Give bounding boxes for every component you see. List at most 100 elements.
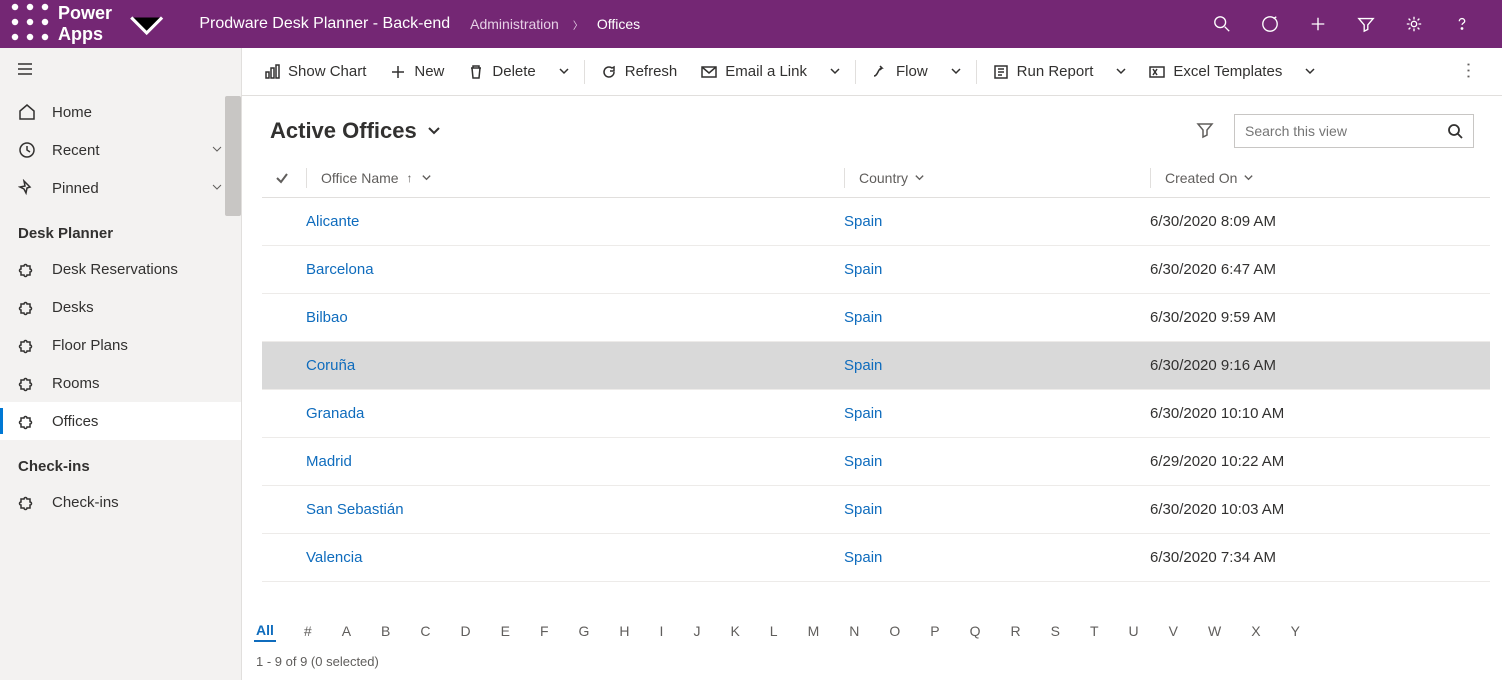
view-selector[interactable]: Active Offices xyxy=(270,118,441,144)
alpha-f[interactable]: F xyxy=(538,621,551,641)
office-link[interactable]: Madrid xyxy=(306,453,352,470)
alpha-r[interactable]: R xyxy=(1009,621,1023,641)
cell-created-on: 6/30/2020 7:34 AM xyxy=(1150,549,1490,566)
gear-icon[interactable] xyxy=(1404,14,1424,34)
alpha-i[interactable]: I xyxy=(658,621,666,641)
country-link[interactable]: Spain xyxy=(844,357,882,374)
overflow-menu[interactable]: ⋯ xyxy=(1452,50,1485,94)
nav-recent[interactable]: Recent xyxy=(0,131,241,169)
sidebar-item-check-ins[interactable]: Check-ins xyxy=(0,483,241,521)
table-row[interactable]: San SebastiánSpain6/30/2020 10:03 AM xyxy=(262,486,1490,534)
column-created-on[interactable]: Created On xyxy=(1150,168,1490,188)
sidebar-item-floor-plans[interactable]: Floor Plans xyxy=(0,326,241,364)
country-link[interactable]: Spain xyxy=(844,405,882,422)
excel-templates-dropdown[interactable] xyxy=(1296,58,1324,86)
run-report-dropdown[interactable] xyxy=(1107,58,1135,86)
app-launcher-icon[interactable] xyxy=(10,2,50,47)
alpha-d[interactable]: D xyxy=(459,621,473,641)
alpha-h[interactable]: H xyxy=(617,621,631,641)
show-chart-button[interactable]: Show Chart xyxy=(254,57,376,86)
alpha-a[interactable]: A xyxy=(340,621,353,641)
alpha-t[interactable]: T xyxy=(1088,621,1101,641)
table-row[interactable]: Valencia Spain 6/30/2020 7:34 AM xyxy=(262,534,1490,582)
sidebar-item-desks[interactable]: Desks xyxy=(0,288,241,326)
alpha-p[interactable]: P xyxy=(928,621,941,641)
alpha-s[interactable]: S xyxy=(1049,621,1062,641)
search-icon[interactable] xyxy=(1212,14,1232,34)
alpha-c[interactable]: C xyxy=(418,621,432,641)
flow-dropdown[interactable] xyxy=(942,58,970,86)
country-link[interactable]: Spain xyxy=(844,213,882,230)
sidebar-item-desk-reservations[interactable]: Desk Reservations xyxy=(0,250,241,288)
column-country[interactable]: Country xyxy=(844,168,1150,188)
chevron-down-icon[interactable] xyxy=(1243,170,1254,186)
alpha-y[interactable]: Y xyxy=(1289,621,1302,641)
task-icon[interactable] xyxy=(1260,14,1280,34)
email-link-button[interactable]: Email a Link xyxy=(691,57,817,86)
alpha-g[interactable]: G xyxy=(577,621,592,641)
funnel-icon[interactable] xyxy=(1196,121,1214,142)
table-row[interactable]: GranadaSpain6/30/2020 10:10 AM xyxy=(262,390,1490,438)
office-link[interactable]: Bilbao xyxy=(306,309,348,326)
table-row[interactable]: BilbaoSpain6/30/2020 9:59 AM xyxy=(262,294,1490,342)
alpha-k[interactable]: K xyxy=(728,621,741,641)
email-link-dropdown[interactable] xyxy=(821,58,849,86)
office-link[interactable]: Coruña xyxy=(306,357,355,374)
sort-ascending-icon: ↑ xyxy=(407,171,413,185)
table-row[interactable]: AlicanteSpain6/30/2020 8:09 AM xyxy=(262,198,1490,246)
office-link[interactable]: Granada xyxy=(306,405,364,422)
table-row[interactable]: CoruñaSpain6/30/2020 9:16 AM xyxy=(262,342,1490,390)
breadcrumb-parent[interactable]: Administration xyxy=(470,16,559,32)
alpha-e[interactable]: E xyxy=(499,621,512,641)
nav-pinned[interactable]: Pinned xyxy=(0,169,241,207)
column-office-name[interactable]: Office Name ↑ xyxy=(302,168,844,188)
hamburger-icon[interactable] xyxy=(0,48,241,93)
office-link[interactable]: Alicante xyxy=(306,213,359,230)
alpha-o[interactable]: O xyxy=(887,621,902,641)
alpha-all[interactable]: All xyxy=(254,620,276,642)
filter-icon[interactable] xyxy=(1356,14,1376,34)
alpha-n[interactable]: N xyxy=(847,621,861,641)
breadcrumb-current[interactable]: Offices xyxy=(597,16,640,32)
environment-name[interactable]: Prodware Desk Planner - Back-end xyxy=(179,15,450,33)
country-link[interactable]: Spain xyxy=(844,261,882,278)
refresh-button[interactable]: Refresh xyxy=(591,57,688,86)
nav-home[interactable]: Home xyxy=(0,93,241,131)
country-link[interactable]: Spain xyxy=(844,501,882,518)
table-row[interactable]: BarcelonaSpain6/30/2020 6:47 AM xyxy=(262,246,1490,294)
alpha-u[interactable]: U xyxy=(1127,621,1141,641)
office-link[interactable]: Valencia xyxy=(306,549,362,566)
app-title[interactable]: Power Apps xyxy=(50,0,179,49)
country-link[interactable]: Spain xyxy=(844,549,882,566)
alpha-j[interactable]: J xyxy=(691,621,702,641)
select-all[interactable] xyxy=(262,171,302,185)
search-box[interactable] xyxy=(1234,114,1474,148)
delete-dropdown[interactable] xyxy=(550,58,578,86)
office-link[interactable]: San Sebastián xyxy=(306,501,404,518)
cell-office-name: Coruña xyxy=(302,357,844,374)
table-row[interactable]: MadridSpain6/29/2020 10:22 AM xyxy=(262,438,1490,486)
help-icon[interactable] xyxy=(1452,14,1472,34)
office-link[interactable]: Barcelona xyxy=(306,261,374,278)
alpha-m[interactable]: M xyxy=(806,621,822,641)
chevron-down-icon[interactable] xyxy=(421,170,432,186)
country-link[interactable]: Spain xyxy=(844,453,882,470)
sidebar-item-rooms[interactable]: Rooms xyxy=(0,364,241,402)
delete-button[interactable]: Delete xyxy=(458,57,545,86)
alpha-w[interactable]: W xyxy=(1206,621,1223,641)
sidebar-item-offices[interactable]: Offices xyxy=(0,402,241,440)
alpha-#[interactable]: # xyxy=(302,621,314,641)
new-button[interactable]: New xyxy=(380,57,454,86)
alpha-q[interactable]: Q xyxy=(968,621,983,641)
alpha-l[interactable]: L xyxy=(768,621,780,641)
add-icon[interactable] xyxy=(1308,14,1328,34)
alpha-x[interactable]: X xyxy=(1249,621,1262,641)
country-link[interactable]: Spain xyxy=(844,309,882,326)
excel-templates-button[interactable]: Excel Templates xyxy=(1139,57,1292,86)
search-input[interactable] xyxy=(1245,123,1447,139)
alpha-v[interactable]: V xyxy=(1167,621,1180,641)
flow-button[interactable]: Flow xyxy=(862,57,938,86)
chevron-down-icon[interactable] xyxy=(914,170,925,186)
run-report-button[interactable]: Run Report xyxy=(983,57,1104,86)
alpha-b[interactable]: B xyxy=(379,621,392,641)
